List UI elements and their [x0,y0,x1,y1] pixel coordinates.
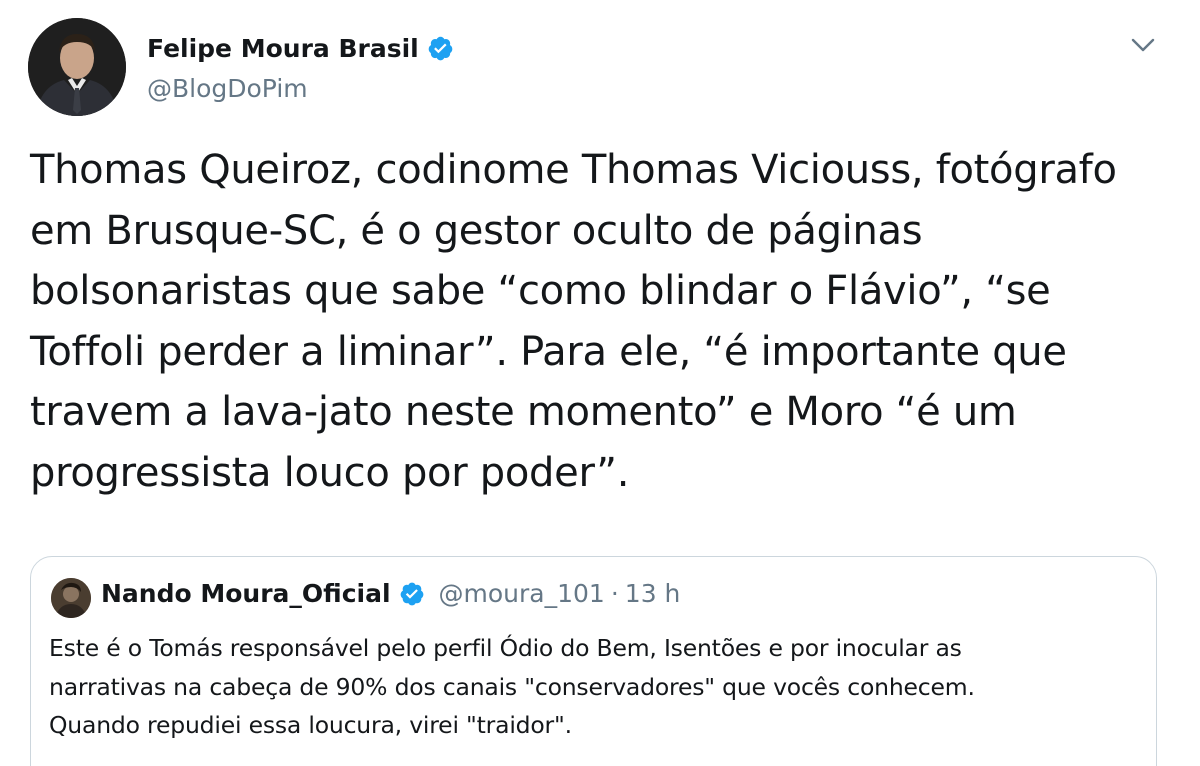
tweet-text-line: bolsonaristas que sabe “como blindar o F… [30,268,1051,314]
tweet-text-line: Thomas Queiroz, codinome Thomas Viciouss… [30,147,1117,193]
chevron-down-icon[interactable] [1128,30,1158,60]
quoted-text-line: narrativas na cabeça de 90% dos canais "… [49,672,975,701]
author-avatar-image [28,18,126,116]
author-name-row[interactable]: Felipe Moura Brasil [147,34,454,63]
tweet-card[interactable]: Felipe Moura Brasil @BlogDoPim Thomas Qu… [0,0,1200,766]
author-handle[interactable]: @BlogDoPim [147,74,308,103]
quoted-author-avatar-image [51,578,91,618]
tweet-text-line: Toffoli perder a liminar”. Para ele, “é … [30,328,1067,375]
verified-badge-icon [428,36,453,61]
tweet-text-line: travem a lava-jato neste momento” e Moro… [30,389,1017,435]
quoted-author-handle[interactable]: @moura_101 [439,579,605,608]
tweet-text: Thomas Queiroz, codinome Thomas Viciouss… [30,140,1170,503]
quoted-tweet-text: Este é o Tomás responsável pelo perfil Ó… [49,629,1139,745]
tweet-text-line: em Brusque-SC, é o gestor oculto de pági… [30,207,923,254]
quoted-author-avatar[interactable] [51,578,91,618]
quoted-tweet-card[interactable]: Nando Moura_Oficial @moura_101 · 13 h Es… [30,556,1157,766]
separator-dot: · [610,579,619,608]
author-name[interactable]: Felipe Moura Brasil [147,34,419,63]
quoted-text-line: Quando repudiei essa loucura, virei "tra… [49,711,572,739]
quoted-text-line: Este é o Tomás responsável pelo perfil Ó… [49,634,962,662]
verified-badge-icon [400,582,423,605]
quoted-author-name[interactable]: Nando Moura_Oficial [101,579,391,608]
quoted-tweet-timestamp[interactable]: 13 h [625,579,681,608]
author-avatar[interactable] [28,18,126,116]
quoted-tweet-header: Nando Moura_Oficial @moura_101 · 13 h [101,579,680,608]
tweet-text-line: progressista louco por poder”. [30,449,630,496]
